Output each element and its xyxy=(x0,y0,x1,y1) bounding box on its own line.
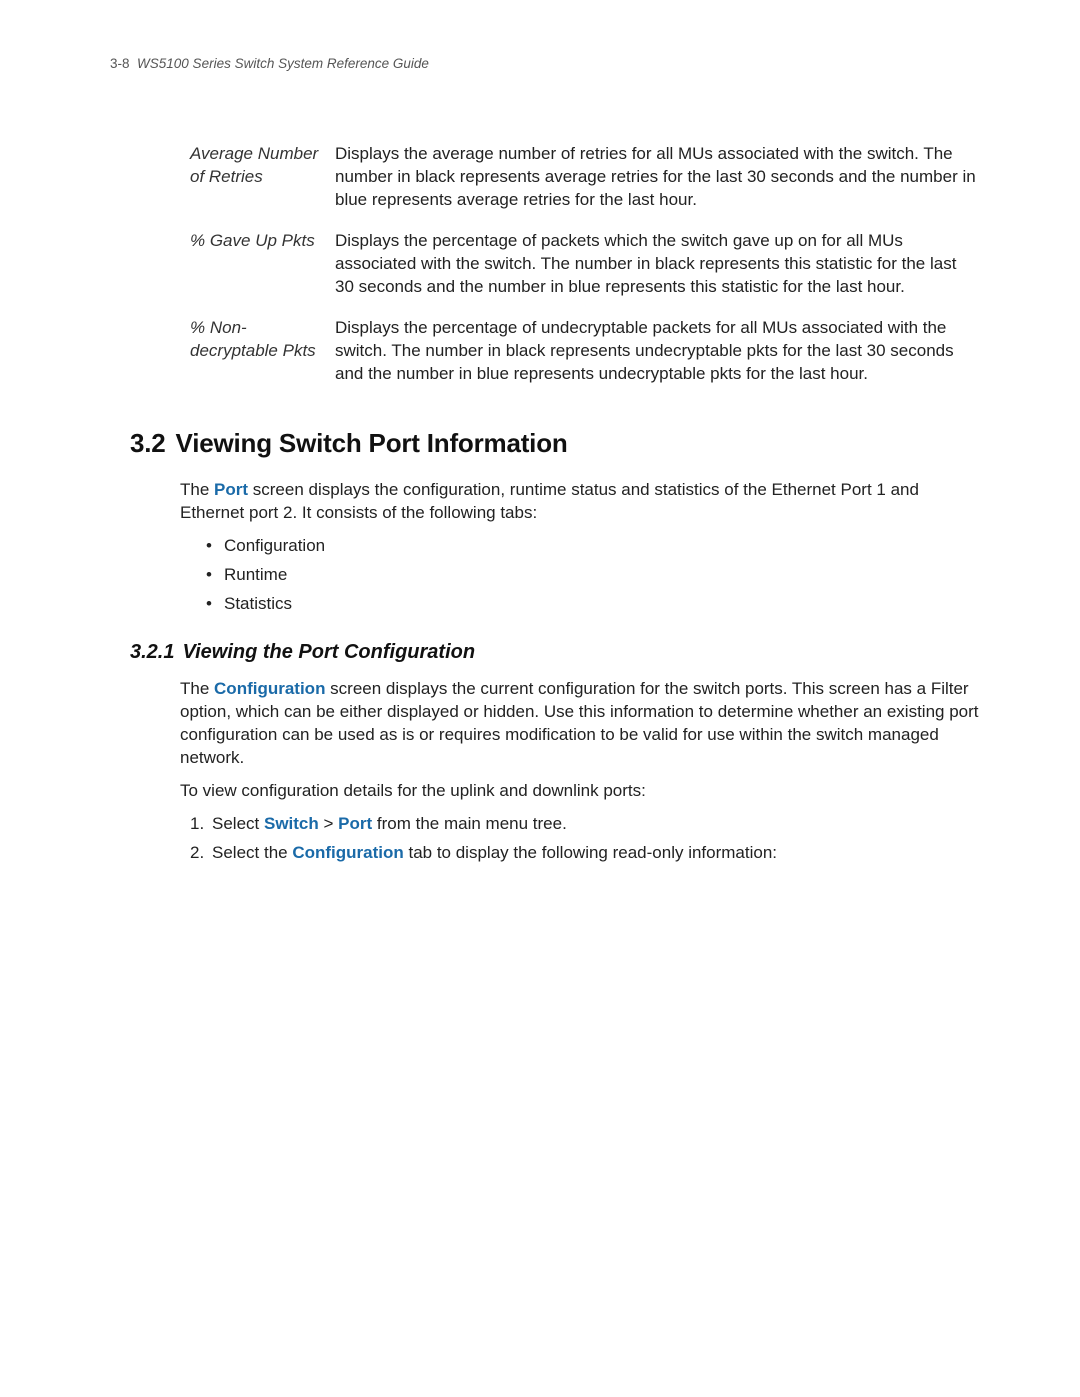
switch-link[interactable]: Switch xyxy=(264,814,319,833)
text: tab to display the following read-only i… xyxy=(404,843,777,862)
port-link[interactable]: Port xyxy=(214,480,248,499)
steps-list: Select Switch > Port from the main menu … xyxy=(190,813,980,865)
text: Select xyxy=(212,814,264,833)
definition-table: Average Number of Retries Displays the a… xyxy=(190,143,980,385)
text: The xyxy=(180,480,214,499)
definition-term: Average Number of Retries xyxy=(190,143,335,189)
section-title: Viewing Switch Port Information xyxy=(176,428,568,458)
text: from the main menu tree. xyxy=(372,814,567,833)
section-heading: 3.2 Viewing Switch Port Information xyxy=(130,426,980,461)
doc-title: WS5100 Series Switch System Reference Gu… xyxy=(137,56,429,71)
document-page: 3-8 WS5100 Series Switch System Referenc… xyxy=(0,0,1080,865)
running-header: 3-8 WS5100 Series Switch System Referenc… xyxy=(110,55,980,73)
text: Select the xyxy=(212,843,292,862)
configuration-link[interactable]: Configuration xyxy=(214,679,325,698)
step-item: Select the Configuration tab to display … xyxy=(190,842,980,865)
page-number: 3-8 xyxy=(110,56,130,71)
list-item: Configuration xyxy=(206,535,980,558)
definition-row: % Gave Up Pkts Displays the percentage o… xyxy=(190,230,980,299)
definition-term: % Gave Up Pkts xyxy=(190,230,335,253)
text: The xyxy=(180,679,214,698)
definition-desc: Displays the percentage of packets which… xyxy=(335,230,980,299)
text: screen displays the configuration, runti… xyxy=(180,480,919,522)
text: > xyxy=(319,814,338,833)
subsection-heading: 3.2.1 Viewing the Port Configuration xyxy=(130,639,980,666)
configuration-tab-link[interactable]: Configuration xyxy=(292,843,403,862)
subsection-para: The Configuration screen displays the cu… xyxy=(180,678,980,770)
subsection-number: 3.2.1 xyxy=(130,641,174,663)
subsection-title: Viewing the Port Configuration xyxy=(182,641,475,663)
port-link[interactable]: Port xyxy=(338,814,372,833)
section-number: 3.2 xyxy=(130,428,166,458)
section-intro: The Port screen displays the configurati… xyxy=(180,479,980,525)
list-item: Statistics xyxy=(206,593,980,616)
tabs-list: Configuration Runtime Statistics xyxy=(206,535,980,616)
step-item: Select Switch > Port from the main menu … xyxy=(190,813,980,836)
definition-row: % Non-decryptable Pkts Displays the perc… xyxy=(190,317,980,386)
definition-row: Average Number of Retries Displays the a… xyxy=(190,143,980,212)
subsection-para: To view configuration details for the up… xyxy=(180,780,980,803)
definition-desc: Displays the average number of retries f… xyxy=(335,143,980,212)
definition-term: % Non-decryptable Pkts xyxy=(190,317,335,363)
list-item: Runtime xyxy=(206,564,980,587)
definition-desc: Displays the percentage of undecryptable… xyxy=(335,317,980,386)
